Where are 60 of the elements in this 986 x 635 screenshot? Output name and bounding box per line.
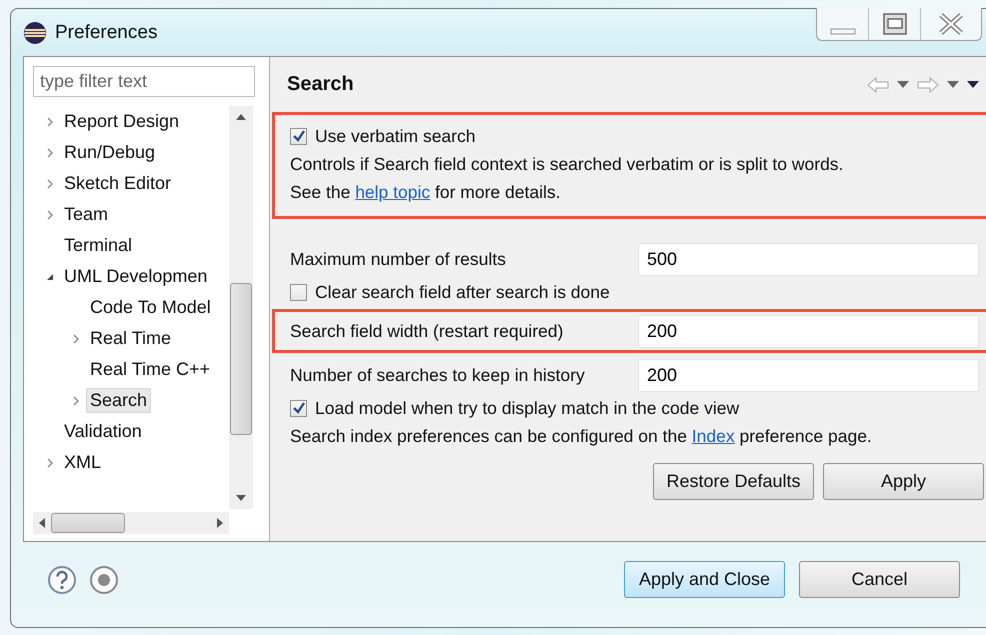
tree-item[interactable]: Run/Debug <box>60 140 160 165</box>
dialog-button[interactable]: Apply <box>823 463 984 500</box>
chevron-icon[interactable] <box>71 396 81 406</box>
tree-item[interactable]: Search <box>86 388 152 413</box>
chevron-icon[interactable] <box>45 210 55 220</box>
scroll-up-icon[interactable] <box>236 114 246 120</box>
tree-item[interactable]: Real Time <box>86 326 176 351</box>
checkbox-label: Use verbatim search <box>315 126 476 146</box>
field-label: Number of searches to keep in history <box>290 364 586 386</box>
field-label: Search field width (restart required) <box>290 320 564 342</box>
tree-item[interactable]: XML <box>60 450 106 475</box>
dialog-button[interactable]: Cancel <box>799 561 960 598</box>
tree-item[interactable]: Report Design <box>60 109 184 134</box>
chevron-icon[interactable] <box>45 148 55 158</box>
scroll-right-icon[interactable] <box>217 518 223 528</box>
tree-item[interactable]: Code To Model <box>86 295 215 320</box>
field-label: Maximum number of results <box>290 248 507 270</box>
dropdown-icon[interactable] <box>897 80 909 88</box>
link[interactable]: Index <box>692 426 735 446</box>
expanded-icon[interactable] <box>45 272 55 282</box>
tree-item[interactable]: Real Time C++ <box>86 357 214 382</box>
checkbox[interactable] <box>290 400 307 416</box>
maximize-icon <box>882 13 906 35</box>
dialog-button[interactable]: Restore Defaults <box>653 463 814 500</box>
tree-item[interactable]: Sketch Editor <box>60 171 176 196</box>
dropdown-icon[interactable] <box>947 80 959 88</box>
filter-field[interactable]: type filter text <box>33 66 255 97</box>
dialog-button[interactable]: Apply and Close <box>624 561 785 598</box>
input-field[interactable]: 500 <box>638 242 979 276</box>
close-icon <box>938 13 964 35</box>
page-title: Search <box>287 73 354 96</box>
window-title: Preferences <box>55 22 158 44</box>
chevron-icon[interactable] <box>71 334 81 344</box>
scroll-left-icon[interactable] <box>39 518 45 528</box>
checkbox[interactable] <box>290 284 307 300</box>
menu-icon[interactable] <box>967 80 979 88</box>
input-field[interactable]: 200 <box>638 358 979 392</box>
forward-icon[interactable] <box>917 76 939 92</box>
chevron-icon[interactable] <box>45 458 55 468</box>
description-text: Search index preferences can be configured on the Index preference page. <box>290 426 872 446</box>
record-icon[interactable] <box>89 564 119 594</box>
chevron-icon[interactable] <box>45 178 55 188</box>
checkbox-label: Clear search field after search is done <box>315 282 610 302</box>
vertical-scrollbar[interactable] <box>229 106 253 509</box>
description-text: Controls if Search field context is searched verbatim or is split to words. <box>290 154 844 174</box>
checkbox[interactable] <box>290 128 307 144</box>
back-icon[interactable] <box>867 76 889 92</box>
chevron-icon[interactable] <box>45 116 55 126</box>
tree-item[interactable]: Validation <box>60 419 146 444</box>
description-text: See the help topic for more details. <box>290 182 560 202</box>
minimize-icon <box>830 26 856 36</box>
help-icon[interactable] <box>47 564 77 594</box>
input-field[interactable]: 200 <box>638 314 979 348</box>
tree-item[interactable]: Terminal <box>60 233 136 258</box>
horizontal-scrollbar[interactable] <box>33 512 229 534</box>
link[interactable]: help topic <box>355 182 430 202</box>
scroll-down-icon[interactable] <box>236 495 246 501</box>
checkbox-label: Load model when try to display match in the code view <box>315 398 740 418</box>
tree-item[interactable]: UML Developmen <box>60 264 212 289</box>
tree-item[interactable]: Team <box>60 202 112 227</box>
